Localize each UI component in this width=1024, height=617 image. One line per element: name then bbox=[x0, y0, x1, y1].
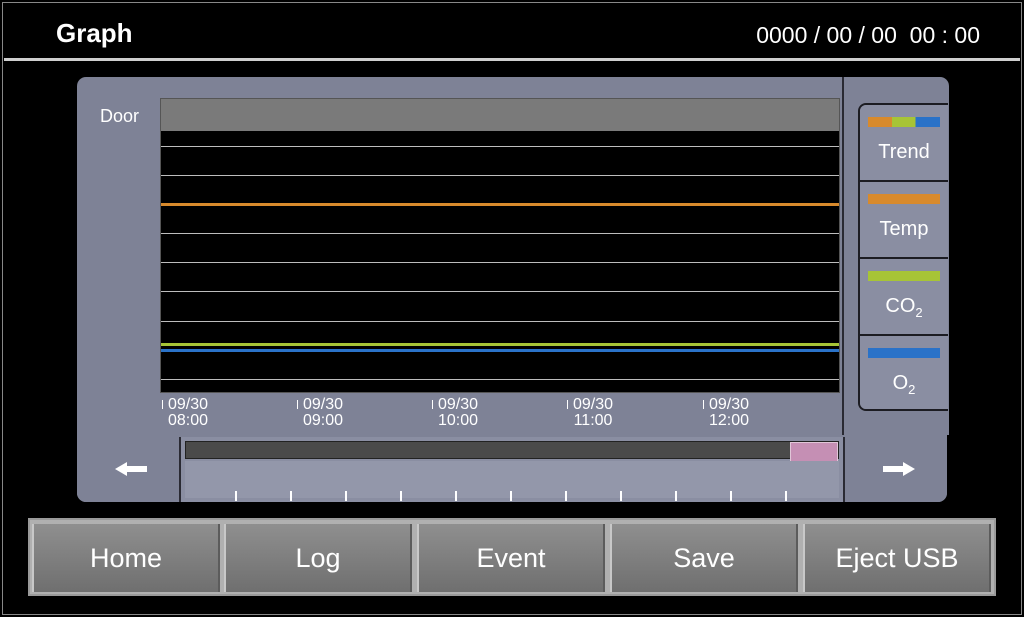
bottom-navigation: Home Log Event Save Eject USB bbox=[28, 518, 996, 596]
home-button[interactable]: Home bbox=[32, 524, 220, 592]
timeline-ruler bbox=[185, 461, 839, 501]
x-tick-time: 12:00 bbox=[709, 412, 750, 429]
legend-temp-label: Temp bbox=[879, 218, 929, 240]
grid-line bbox=[161, 146, 839, 147]
datetime-display: 0000 / 00 / 00 00 : 00 bbox=[756, 22, 980, 48]
temp-color-bar bbox=[868, 194, 940, 204]
legend-o2-label: O2 bbox=[892, 372, 916, 397]
time-navigation bbox=[77, 437, 947, 502]
trend-color-bar bbox=[868, 117, 940, 127]
legend-panel: Trend Temp CO2 O2 bbox=[858, 103, 948, 411]
grid-line bbox=[161, 379, 839, 380]
x-tick-time: 09:00 bbox=[303, 412, 344, 429]
x-tick-date: 09/30 bbox=[709, 396, 750, 413]
graph-plot bbox=[160, 98, 840, 393]
page-title: Graph bbox=[56, 18, 133, 48]
x-tick: 09/30 10:00 bbox=[432, 396, 479, 429]
tick-mark bbox=[703, 400, 704, 409]
ruler-tick bbox=[675, 491, 677, 501]
grid-line bbox=[161, 321, 839, 322]
ruler-tick bbox=[290, 491, 292, 501]
o2-series-line bbox=[161, 349, 839, 352]
ruler-tick bbox=[455, 491, 457, 501]
x-tick-date: 09/30 bbox=[438, 396, 479, 413]
x-tick-date: 09/30 bbox=[573, 396, 614, 413]
ruler-tick bbox=[785, 491, 787, 501]
legend-trend-button[interactable]: Trend bbox=[860, 105, 948, 182]
co2-series-line bbox=[161, 343, 839, 346]
log-button[interactable]: Log bbox=[224, 524, 412, 592]
temp-series-line bbox=[161, 203, 839, 206]
scroll-thumb[interactable] bbox=[790, 442, 838, 462]
grid-line bbox=[161, 233, 839, 234]
grid-line bbox=[161, 291, 839, 292]
x-axis: 09/30 08:00 09/30 09:00 09/30 10:00 09/3… bbox=[160, 395, 840, 433]
ruler-tick bbox=[345, 491, 347, 501]
x-tick: 09/30 11:00 bbox=[567, 396, 614, 429]
legend-co2-label: CO2 bbox=[885, 295, 923, 320]
scroll-track bbox=[185, 441, 839, 462]
legend-o2-button[interactable]: O2 bbox=[860, 336, 948, 409]
x-tick: 09/30 08:00 bbox=[162, 396, 209, 429]
event-button[interactable]: Event bbox=[417, 524, 605, 592]
door-status-band bbox=[161, 99, 839, 131]
x-tick-date: 09/30 bbox=[303, 396, 344, 413]
x-tick-date: 09/30 bbox=[168, 396, 209, 413]
ruler-tick bbox=[235, 491, 237, 501]
ruler-tick bbox=[620, 491, 622, 501]
grid-line bbox=[161, 262, 839, 263]
co2-color-bar bbox=[868, 271, 940, 281]
x-tick: 09/30 09:00 bbox=[297, 396, 344, 429]
ruler-tick bbox=[730, 491, 732, 501]
legend-co2-button[interactable]: CO2 bbox=[860, 259, 948, 336]
scroll-right-button[interactable] bbox=[843, 437, 947, 502]
title-divider bbox=[4, 58, 1020, 61]
o2-color-bar bbox=[868, 348, 940, 358]
tick-mark bbox=[567, 400, 568, 409]
legend-trend-label: Trend bbox=[878, 141, 930, 163]
tick-mark bbox=[432, 400, 433, 409]
tick-mark bbox=[162, 400, 163, 409]
x-tick: 09/30 12:00 bbox=[703, 396, 750, 429]
ruler-tick bbox=[400, 491, 402, 501]
grid-line bbox=[161, 175, 839, 176]
x-tick-time: 10:00 bbox=[438, 412, 479, 429]
save-button[interactable]: Save bbox=[610, 524, 798, 592]
ruler-tick bbox=[510, 491, 512, 501]
legend-temp-button[interactable]: Temp bbox=[860, 182, 948, 259]
x-tick-time: 11:00 bbox=[573, 412, 613, 429]
tick-mark bbox=[297, 400, 298, 409]
eject-usb-button[interactable]: Eject USB bbox=[803, 524, 991, 592]
x-tick-time: 08:00 bbox=[168, 412, 209, 429]
timeline-scrollbar[interactable] bbox=[181, 437, 843, 502]
arrow-left-icon bbox=[115, 462, 147, 476]
door-label: Door bbox=[100, 106, 140, 126]
scroll-left-button[interactable] bbox=[77, 437, 181, 502]
arrow-right-icon bbox=[883, 462, 915, 476]
ruler-tick bbox=[565, 491, 567, 501]
